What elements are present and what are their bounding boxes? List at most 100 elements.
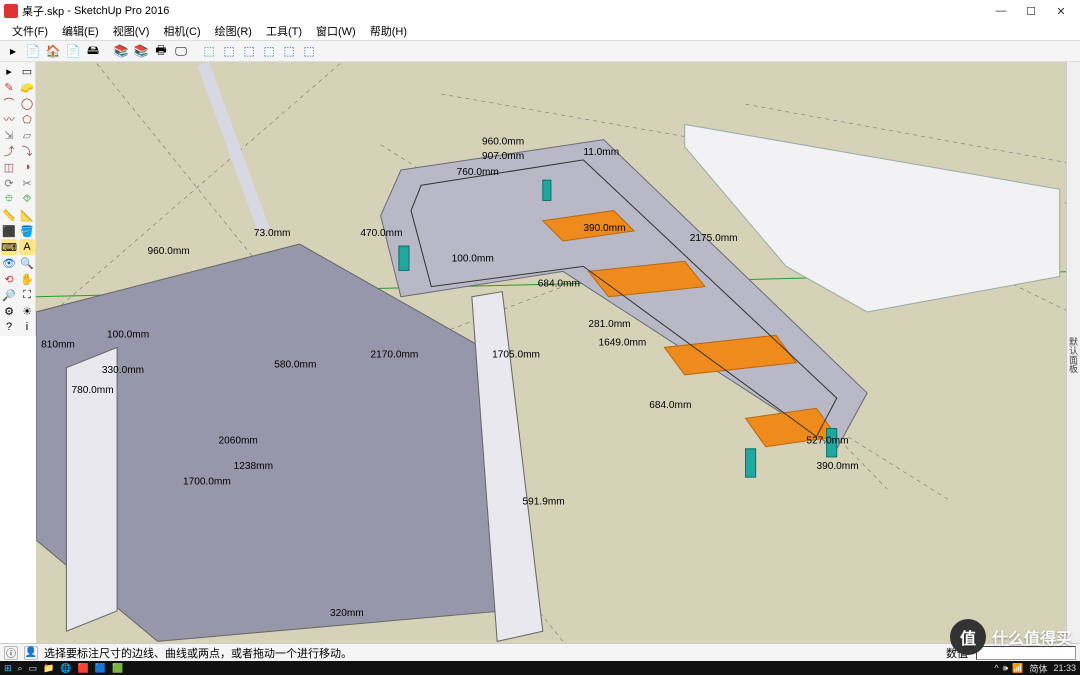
svg-text:330.0mm: 330.0mm [102,365,144,376]
svg-text:73.0mm: 73.0mm [254,228,291,239]
tb-save-icon[interactable]: 🖴 [84,42,102,60]
tool-shadow-icon[interactable]: ☀ [19,303,35,319]
taskbar-taskview-icon[interactable]: ▭ [29,663,38,674]
tool-hand-icon[interactable]: ✋ [19,271,35,287]
tb-layer5-icon[interactable]: ⬚ [280,42,298,60]
status-person-icon[interactable]: 👤 [24,646,38,660]
windows-taskbar: ⊞ ⌕ ▭ 📁 🌐 🟥 🟦 🟩 ^🕪📶 简体 21:33 [0,661,1080,675]
left-toolbar-grid: ▸ ▭ ✎ 🧽 ⌒ ◯ 〰 ⬠ ⇲ ▱ ⤴ ⤵ ◫ ◑ ⟳ ✂ ⯐ ⯑ 📏 📐 … [0,62,36,336]
tool-3dtext-icon[interactable]: 📐 [19,207,35,223]
tool-axes-icon[interactable]: ⯐ [1,191,17,207]
tb-layer6-icon[interactable]: ⬚ [300,42,318,60]
tool-zoom-icon[interactable]: 🔍 [19,255,35,271]
tool-info-icon[interactable]: i [19,319,35,335]
menu-help[interactable]: 帮助(H) [364,22,413,40]
svg-text:527.0mm: 527.0mm [806,436,848,447]
tb-paste-icon[interactable]: 🖶 [152,42,170,60]
tb-copy-icon[interactable]: 📚 [132,42,150,60]
taskbar-app2-icon[interactable]: 🌐 [60,663,71,674]
svg-text:907.0mm: 907.0mm [482,151,524,162]
menu-file[interactable]: 文件(F) [6,22,54,40]
tool-orbit-icon[interactable]: 👁 [1,255,17,271]
tb-new-icon[interactable]: 📄 [24,42,42,60]
tool-arc-icon[interactable]: ⌒ [1,95,17,111]
window-minimize-button[interactable]: — [986,2,1016,20]
title-sep: - [64,5,74,17]
right-panel-handle[interactable]: 默认面板 [1066,62,1080,643]
tool-zoomwindow-icon[interactable]: ⛶ [19,287,35,303]
tool-circle-icon[interactable]: ◯ [19,95,35,111]
svg-text:11.0mm: 11.0mm [583,147,619,158]
tool-move-icon[interactable]: ⤴ [1,143,17,159]
svg-text:1238mm: 1238mm [234,461,273,472]
system-tray[interactable]: ^🕪📶 [990,663,1023,674]
tb-layer1-icon[interactable]: ⬚ [200,42,218,60]
menu-bar: 文件(F) 编辑(E) 视图(V) 相机(C) 绘图(R) 工具(T) 窗口(W… [0,22,1080,40]
status-info-icon[interactable]: ⓘ [4,646,18,660]
svg-text:591.9mm: 591.9mm [523,497,565,508]
menu-draw[interactable]: 绘图(R) [209,22,258,40]
tool-scale-icon[interactable]: ◫ [1,159,17,175]
tool-text-icon[interactable]: 📏 [1,207,17,223]
svg-text:320mm: 320mm [330,608,364,619]
tool-bucket-icon[interactable]: 🪣 [19,223,35,239]
taskbar-app1-icon[interactable]: 📁 [43,663,54,674]
tool-pushpull-icon[interactable]: ⇲ [1,127,17,143]
svg-text:2170.0mm: 2170.0mm [370,350,418,361]
tb-select-icon[interactable]: ▸ [4,42,22,60]
tray-ime[interactable]: 简体 [1029,662,1047,675]
model-viewport[interactable]: 默认面板 [36,62,1080,643]
tray-clock[interactable]: 21:33 [1053,663,1076,673]
vcb-input[interactable] [976,646,1076,660]
tool-paint-icon[interactable]: ⬛ [1,223,17,239]
svg-text:780.0mm: 780.0mm [71,385,113,396]
tool-freehand-icon[interactable]: 〰 [1,111,17,127]
left-toolbar: ▸ ▭ ✎ 🧽 ⌒ ◯ 〰 ⬠ ⇲ ▱ ⤴ ⤵ ◫ ◑ ⟳ ✂ ⯐ ⯑ 📏 📐 … [0,62,36,336]
tool-dimension-icon[interactable]: ⯑ [19,191,35,207]
tb-cut-icon[interactable]: 📚 [112,42,130,60]
start-button[interactable]: ⊞ [4,663,12,674]
tb-layer2-icon[interactable]: ⬚ [220,42,238,60]
tool-eraser-icon[interactable]: 🧽 [19,79,35,95]
window-titlebar: 桌子.skp - SketchUp Pro 2016 — ☐ ✕ [0,0,1080,22]
menu-edit[interactable]: 编辑(E) [56,22,105,40]
taskbar-app5-icon[interactable]: 🟩 [112,663,123,674]
window-close-button[interactable]: ✕ [1046,2,1076,20]
title-app: SketchUp Pro 2016 [74,5,169,17]
menu-window[interactable]: 窗口(W) [310,22,362,40]
tool-help-icon[interactable]: ? [1,319,17,335]
tool-select-icon[interactable]: ▸ [1,63,17,79]
tool-label-icon[interactable]: A [19,239,35,255]
taskbar-search-icon[interactable]: ⌕ [18,663,23,674]
svg-text:100.0mm: 100.0mm [107,329,149,340]
tool-protractor-icon[interactable]: ✂ [19,175,35,191]
tool-polygon-icon[interactable]: ⬠ [19,111,35,127]
tb-open-icon[interactable]: 📄 [64,42,82,60]
menu-camera[interactable]: 相机(C) [157,22,206,40]
taskbar-app3-icon[interactable]: 🟥 [78,663,89,674]
app-icon [4,4,18,18]
viewport-canvas: 960.0mm 907.0mm 470.0mm 390.0mm 2175.0mm… [36,62,1080,643]
tool-settings-icon[interactable]: ⚙ [1,303,17,319]
menu-view[interactable]: 视图(V) [107,22,156,40]
tool-pan-icon[interactable]: ⟲ [1,271,17,287]
tool-zoomextents-icon[interactable]: 🔎 [1,287,17,303]
taskbar-app4-icon[interactable]: 🟦 [95,663,106,674]
svg-text:390.0mm: 390.0mm [583,223,625,234]
tool-rectangle-icon[interactable]: ▭ [19,63,35,79]
window-maximize-button[interactable]: ☐ [1016,2,1046,20]
tool-followme-icon[interactable]: ◑ [19,159,35,175]
svg-text:580.0mm: 580.0mm [274,360,316,371]
tool-rotate-icon[interactable]: ⤵ [19,143,35,159]
tb-layer3-icon[interactable]: ⬚ [240,42,258,60]
tb-home-icon[interactable]: 🏠 [44,42,62,60]
svg-text:470.0mm: 470.0mm [360,228,402,239]
tb-layer4-icon[interactable]: ⬚ [260,42,278,60]
menu-tools[interactable]: 工具(T) [260,22,308,40]
tool-line-icon[interactable]: ✎ [1,79,17,95]
status-hint: 选择要标注尺寸的边线、曲线或两点，或者拖动一个进行移动。 [44,645,352,661]
svg-text:390.0mm: 390.0mm [816,461,858,472]
tool-offset-icon[interactable]: ▱ [19,127,35,143]
tool-section-icon[interactable]: ⌨ [1,239,17,255]
tb-print-icon[interactable]: 🖵 [172,42,190,60]
